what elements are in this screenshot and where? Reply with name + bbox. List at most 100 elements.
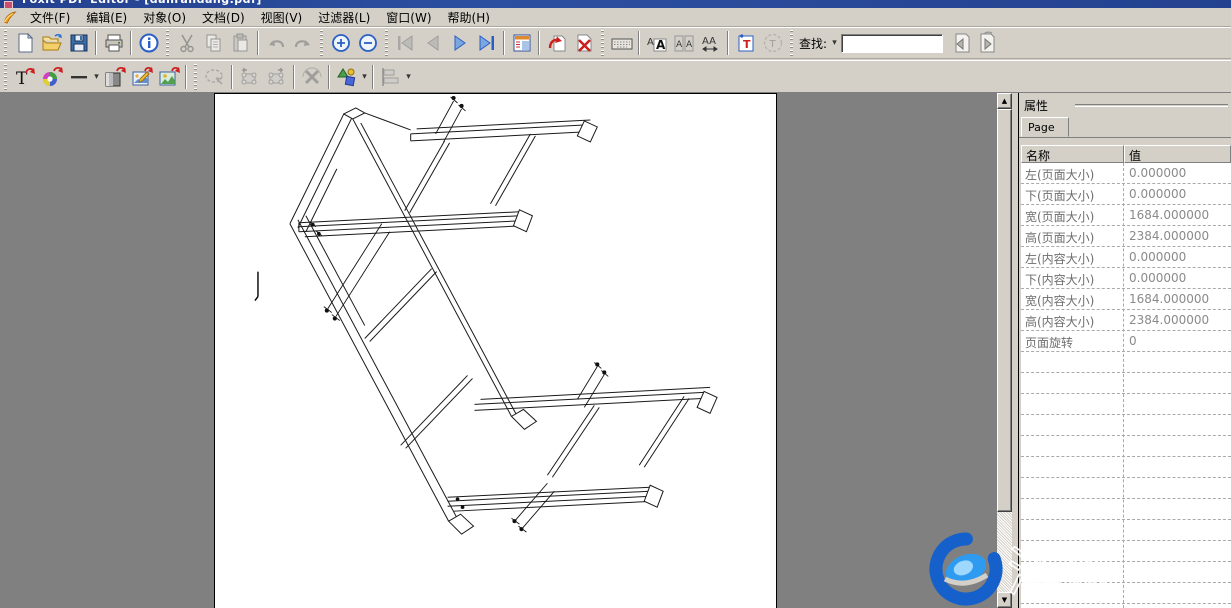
redo-button[interactable] [289,30,316,57]
vertical-scrollbar[interactable]: ▲ ▼ [997,93,1012,608]
prop-value[interactable]: 0.000000 [1123,163,1231,183]
prop-value[interactable]: 2384.000000 [1123,226,1231,246]
application-window: Foxit PDF Editor - [danrandang.pdf] 文件(F… [0,0,1231,608]
scrollbar-thumb[interactable] [997,109,1012,512]
char-spacing-button[interactable]: AA [697,30,724,57]
shading-editor-icon [103,65,127,89]
zoom-out-button[interactable] [354,30,381,57]
cut-button[interactable] [173,30,200,57]
toolbar-gripper[interactable] [166,30,169,56]
prop-value[interactable]: 2384.000000 [1123,310,1231,330]
table-header: 名称 值 [1021,145,1231,163]
find-previous-icon [949,31,973,55]
shading-editor-button[interactable] [101,63,128,90]
table-row[interactable]: 高(页面大小)2384.000000 [1021,226,1231,247]
menu-edit[interactable]: 编辑(E) [78,8,135,27]
scroll-down-button[interactable]: ▼ [997,592,1012,608]
line-style-button[interactable] [65,63,92,90]
toolbar-gripper[interactable] [4,64,7,90]
find-input[interactable] [841,34,943,53]
column-header-name[interactable]: 名称 [1021,145,1124,163]
undo-button[interactable] [262,30,289,57]
tab-page[interactable]: Page [1021,117,1069,137]
toolbar-gripper[interactable] [601,30,604,56]
menu-file[interactable]: 文件(F) [22,8,78,27]
first-page-button[interactable] [392,30,419,57]
prop-value[interactable]: 0.000000 [1123,268,1231,288]
toolbar-gripper[interactable] [4,30,7,56]
table-row[interactable]: 下(内容大小)0.000000 [1021,268,1231,289]
last-page-button[interactable] [473,30,500,57]
add-text-button[interactable]: T [732,30,759,57]
select-objects-button[interactable] [201,63,228,90]
prop-value[interactable]: 0 [1123,331,1231,351]
new-document-button[interactable] [11,30,38,57]
find-history-dropdown[interactable]: ▾ [830,38,839,48]
previous-page-button[interactable] [419,30,446,57]
toolbar-gripper[interactable] [320,30,323,56]
rotate-right-button[interactable] [263,63,290,90]
table-row[interactable]: 页面旋转0 [1021,331,1231,352]
delete-object-button[interactable] [298,63,325,90]
prop-value[interactable]: 1684.000000 [1123,289,1231,309]
color-editor-button[interactable] [38,63,65,90]
menu-filter[interactable]: 过滤器(L) [310,8,378,27]
toolbar-gripper[interactable] [194,64,197,90]
scroll-up-button[interactable]: ▲ [997,93,1012,109]
kerning-button[interactable]: AA [670,30,697,57]
table-row[interactable]: 左(内容大小)0.000000 [1021,247,1231,268]
menu-object[interactable]: 对象(O) [135,8,194,27]
prop-value[interactable]: 1684.000000 [1123,205,1231,225]
column-header-value[interactable]: 值 [1124,145,1231,163]
open-file-button[interactable] [38,30,65,57]
panel-title-groove [1075,104,1228,107]
virtual-keyboard-button[interactable] [608,30,635,57]
edit-image-button[interactable] [128,63,155,90]
redo-icon [292,32,314,54]
document-menu-icon[interactable] [2,10,18,25]
print-button[interactable] [100,30,127,57]
menu-view[interactable]: 视图(V) [253,8,311,27]
find-previous-button[interactable] [947,30,974,57]
rotate-left-icon [238,65,262,89]
copy-button[interactable] [200,30,227,57]
empty-row [1021,352,1231,373]
insert-page-button[interactable] [543,30,570,57]
rotate-left-button[interactable] [236,63,263,90]
table-row[interactable]: 宽(内容大小)1684.000000 [1021,289,1231,310]
text-region-button[interactable]: T [759,30,786,57]
prop-value[interactable]: 0.000000 [1123,247,1231,267]
rotate-right-icon [265,65,289,89]
replace-image-button[interactable] [155,63,182,90]
next-page-button[interactable] [446,30,473,57]
draw-shapes-button[interactable] [333,63,360,90]
save-file-button[interactable] [65,30,92,57]
delete-page-button[interactable] [570,30,597,57]
find-next-button[interactable] [974,30,1001,57]
add-text-object-icon: T [13,65,37,89]
table-row[interactable]: 左(页面大小)0.000000 [1021,163,1231,184]
table-row[interactable]: 高(内容大小)2384.000000 [1021,310,1231,331]
draw-shapes-dropdown[interactable]: ▾ [360,72,369,82]
document-info-button[interactable] [135,30,162,57]
table-row[interactable]: 下(页面大小)0.000000 [1021,184,1231,205]
canvas-workspace[interactable] [0,93,997,608]
pdf-page[interactable] [214,93,777,608]
menu-help[interactable]: 帮助(H) [440,8,498,27]
align-objects-dropdown[interactable]: ▾ [404,72,413,82]
prop-value[interactable]: 0.000000 [1123,184,1231,204]
add-text-object-button[interactable]: T [11,63,38,90]
toolbar-gripper[interactable] [790,30,793,56]
menu-document[interactable]: 文档(D) [194,8,253,27]
table-row[interactable]: 宽(页面大小)1684.000000 [1021,205,1231,226]
svg-text:A: A [656,38,666,52]
menu-window[interactable]: 窗口(W) [378,8,439,27]
zoom-in-button[interactable] [327,30,354,57]
align-objects-button[interactable] [377,63,404,90]
page-layout-button[interactable] [508,30,535,57]
paste-button[interactable] [227,30,254,57]
font-editor-button[interactable]: AA [643,30,670,57]
panel-splitter[interactable] [1012,93,1019,608]
toolbar-gripper[interactable] [385,30,388,56]
line-style-dropdown[interactable]: ▾ [92,72,101,82]
